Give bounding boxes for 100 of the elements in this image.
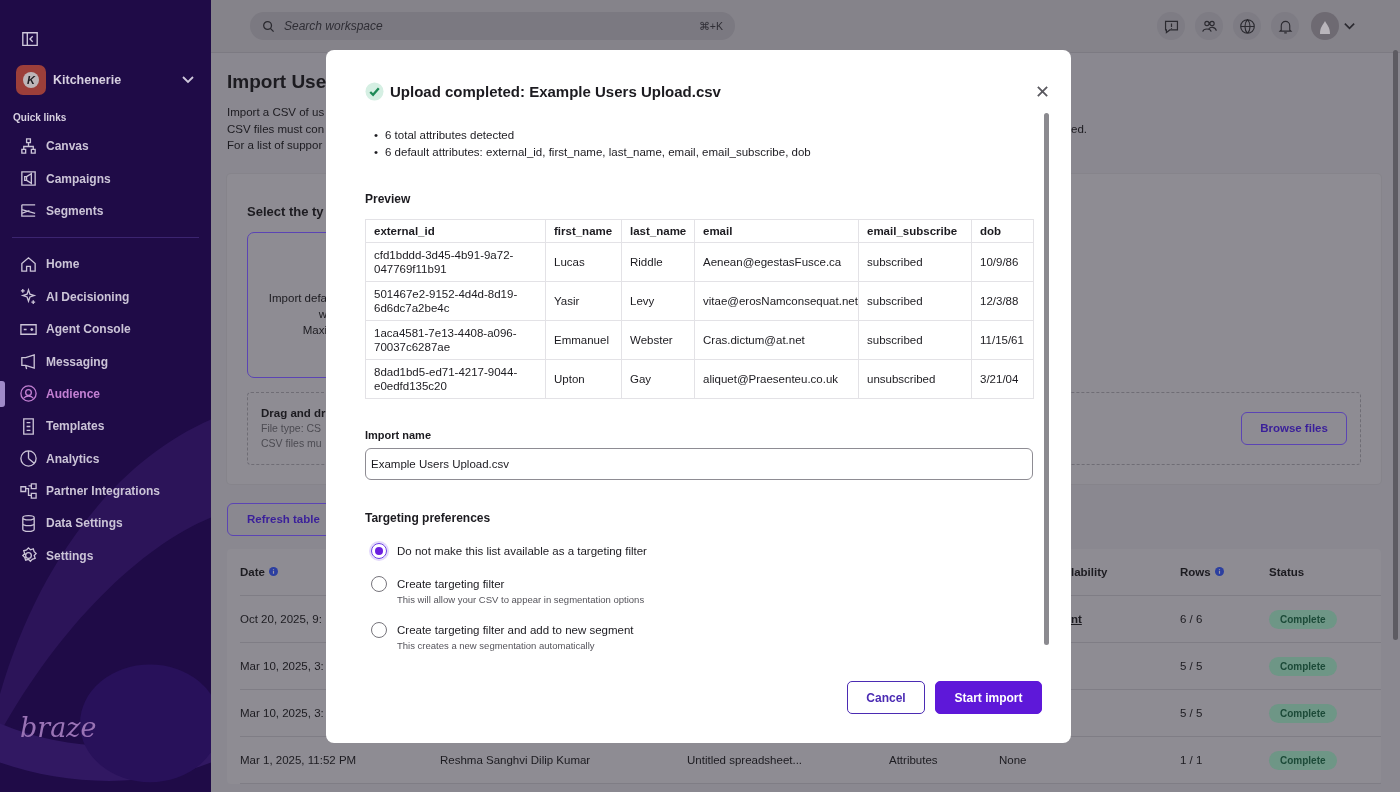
sidebar-item[interactable]: Home — [0, 248, 211, 281]
globe-icon[interactable] — [1233, 12, 1261, 40]
dropzone-hint: File type: CS — [261, 420, 323, 436]
scrollbar[interactable] — [1393, 50, 1398, 640]
search-icon — [262, 19, 275, 33]
sidebar-item[interactable]: Settings — [0, 539, 211, 573]
column-header: external_id — [365, 219, 546, 243]
sidebar-item[interactable]: Data Settings — [0, 507, 211, 540]
table-cell: 12/3/88 — [971, 281, 1034, 321]
table-cell: Reshma Sanghvi Dilip Kumar — [440, 753, 591, 766]
sidebar-item[interactable]: Campaigns — [0, 162, 211, 195]
table-cell: Cras.dictum@at.net — [694, 320, 859, 360]
status-badge: Complete — [1269, 656, 1337, 676]
column-header: dob — [971, 219, 1034, 243]
workspace-logo: K — [16, 65, 46, 95]
table-cell: Yasir — [545, 281, 622, 321]
sidebar-collapse-icon[interactable] — [20, 30, 40, 48]
feedback-icon[interactable] — [1157, 12, 1185, 40]
bullet: • — [374, 128, 380, 143]
table-cell: Gay — [621, 359, 695, 399]
sidebar-item[interactable]: Audience — [0, 377, 211, 411]
table-cell: Mar 10, 2025, 3: — [240, 659, 324, 672]
flowchart-icon — [19, 136, 38, 156]
sidebar-item[interactable]: Segments — [0, 194, 211, 228]
table-cell: Emmanuel — [545, 320, 622, 360]
option-label[interactable]: Create targeting filter and add to new segment — [397, 622, 634, 638]
cancel-button[interactable]: Cancel — [847, 681, 925, 714]
bell-icon[interactable] — [1271, 12, 1299, 40]
option-label[interactable]: Do not make this list available as a targeting filter — [397, 543, 647, 559]
status-badge: Complete — [1269, 703, 1337, 723]
section-title: Preview — [365, 192, 412, 207]
description-text: Import a CSV of us — [227, 105, 326, 120]
table-cell: Levy — [621, 281, 695, 321]
search-input[interactable]: Search workspace — [282, 18, 699, 34]
table-cell: 5 / 5 — [1180, 706, 1203, 719]
sidebar-item[interactable]: AI Decisioning — [0, 280, 211, 313]
table-cell: subscribed — [858, 281, 972, 321]
summary-item: 6 default attributes: external_id, first_name, last_name, email, email_subscribe, dob — [385, 144, 811, 160]
table-cell: unsubscribed — [858, 359, 972, 399]
start-import-button[interactable]: Start import — [935, 681, 1042, 714]
column-header: lability — [1070, 565, 1108, 578]
check-circle-icon — [365, 81, 384, 101]
option-hint: This creates a new segmentation automatically — [397, 640, 596, 651]
table-cell: Lucas — [545, 242, 622, 282]
import-name-field[interactable]: Example Users Upload.csv — [365, 448, 1033, 480]
table-cell: Upton — [545, 359, 622, 399]
dialog-title: Upload completed: Example Users Upload.csv — [390, 82, 721, 100]
table-cell: 8dad1bd5-ed71-4217-9044-e0edfd135c20 — [365, 359, 546, 399]
section-title: Targeting preferences — [365, 511, 492, 526]
column-header: Date — [240, 565, 278, 578]
table-cell: 1aca4581-7e13-4408-a096-70037c6287ae — [365, 320, 546, 360]
sidebar-item[interactable]: Analytics — [0, 442, 211, 475]
sidebar-item[interactable]: Canvas — [0, 130, 211, 163]
close-icon[interactable] — [1036, 84, 1049, 98]
option-text: Maxi — [302, 322, 327, 338]
page-title: Import Use — [227, 70, 327, 94]
selection-indicator — [0, 380, 5, 407]
table-cell: 5 / 5 — [1180, 659, 1203, 672]
description-text: For a list of suppor — [227, 138, 324, 153]
home-icon — [19, 254, 38, 274]
sidebar-item[interactable]: Templates — [0, 410, 211, 443]
table-cell: vitae@erosNamconsequat.net — [694, 281, 859, 321]
option-label[interactable]: Create targeting filter — [397, 576, 645, 592]
column-header: Status — [1269, 565, 1305, 578]
table-cell: Oct 20, 2025, 9: — [240, 612, 322, 625]
status-badge: Complete — [1269, 750, 1337, 770]
table-cell: Riddle — [621, 242, 695, 282]
table-cell: Webster — [621, 320, 695, 360]
sidebar-item[interactable]: Messaging — [0, 345, 211, 378]
table-link[interactable]: nt — [1071, 612, 1082, 625]
table-cell: subscribed — [858, 242, 972, 282]
table-cell: Mar 1, 2025, 11:52 PM — [240, 753, 357, 766]
column-header: Rows — [1180, 565, 1224, 578]
status-badge: Complete — [1269, 609, 1337, 629]
section-label: Quick links — [13, 112, 68, 123]
table-cell: 501467e2-9152-4d4d-8d19-6d6dc7a2be4c — [365, 281, 546, 321]
avatar[interactable] — [1311, 12, 1339, 40]
workspace-name[interactable]: Kitchenerie — [53, 73, 122, 87]
table-cell: Attributes — [889, 753, 938, 766]
scrollbar[interactable] — [1044, 113, 1049, 645]
dropzone-title: Drag and dr — [261, 405, 326, 421]
section-title: Select the ty — [247, 203, 325, 219]
table-cell: Untitled spreadsheet... — [687, 753, 803, 766]
table-cell: None — [999, 753, 1027, 766]
brand-logo: braze — [20, 712, 97, 743]
field-label: Import name — [365, 429, 432, 441]
table-cell: 6 / 6 — [1180, 612, 1203, 625]
sidebar-item[interactable]: Partner Integrations — [0, 474, 211, 508]
description-text: ed. — [1071, 121, 1088, 137]
sidebar-item[interactable]: Agent Console — [0, 312, 211, 346]
radio-button[interactable] — [371, 543, 387, 559]
pie-chart-icon — [19, 449, 38, 469]
users-icon[interactable] — [1195, 12, 1223, 40]
table-cell: 11/15/61 — [971, 320, 1034, 360]
column-header: email — [694, 219, 859, 243]
option-hint: This will allow your CSV to appear in segmentation options — [397, 594, 645, 605]
option-text: Import defa — [268, 290, 327, 306]
table-cell: 3/21/04 — [971, 359, 1034, 399]
table-cell: cfd1bddd-3d45-4b91-9a72-047769f11b91 — [365, 242, 546, 282]
megaphone-icon — [19, 352, 38, 372]
